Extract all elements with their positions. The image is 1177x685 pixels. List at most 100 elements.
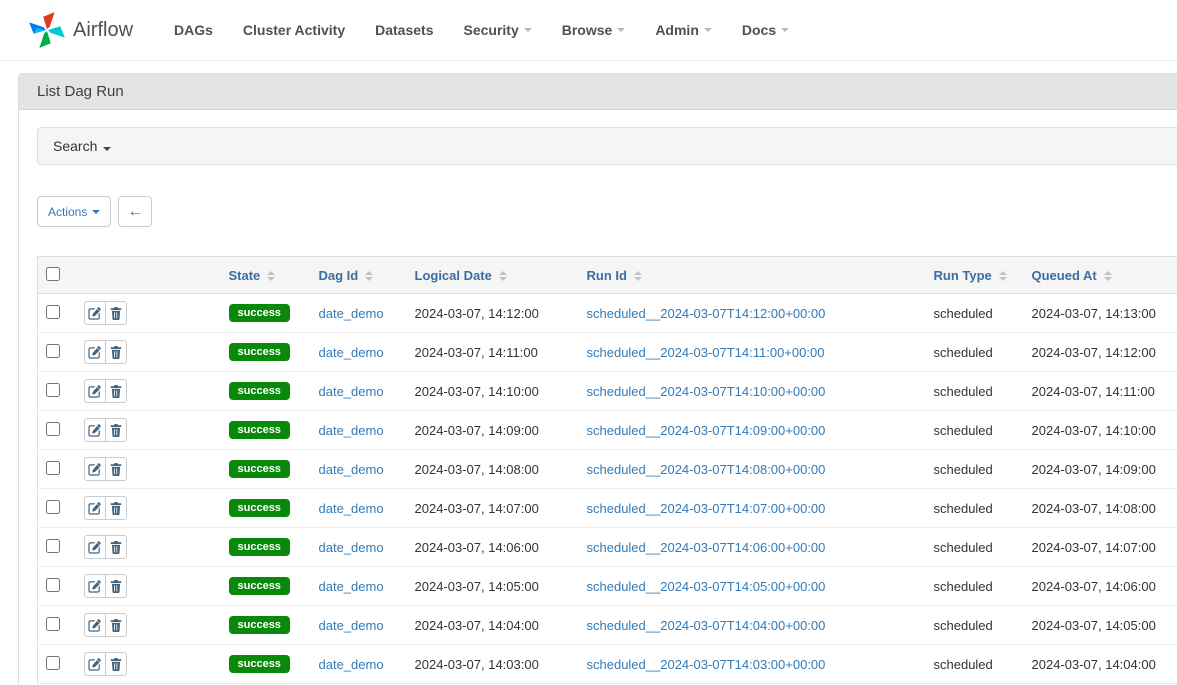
row-checkbox[interactable] xyxy=(46,461,60,475)
nav-item-browse[interactable]: Browse xyxy=(547,0,641,60)
back-button[interactable]: ← xyxy=(118,196,152,227)
edit-record-button[interactable] xyxy=(84,340,106,364)
dag-id-link[interactable]: date_demo xyxy=(319,384,384,399)
edit-record-button[interactable] xyxy=(84,652,106,676)
delete-record-button[interactable] xyxy=(105,301,127,325)
trash-icon xyxy=(110,424,122,437)
state-badge: success xyxy=(229,499,290,517)
run-id-link[interactable]: scheduled__2024-03-07T14:03:00+00:00 xyxy=(587,657,826,672)
queued-at-cell: 2024-03-07, 14:11:00 xyxy=(1024,372,1177,411)
airflow-brand[interactable]: Airflow xyxy=(28,11,133,49)
actions-column-header xyxy=(76,257,221,294)
dag-id-link[interactable]: date_demo xyxy=(319,540,384,555)
sort-icon xyxy=(634,271,642,281)
delete-record-button[interactable] xyxy=(105,574,127,598)
dag-id-link[interactable]: date_demo xyxy=(319,501,384,516)
row-checkbox[interactable] xyxy=(46,656,60,670)
logical-date-cell: 2024-03-07, 14:09:00 xyxy=(407,411,579,450)
select-all-cell xyxy=(38,257,76,294)
delete-record-button[interactable] xyxy=(105,379,127,403)
trash-icon xyxy=(110,502,122,515)
logical-date-cell: 2024-03-07, 14:04:00 xyxy=(407,606,579,645)
edit-record-button[interactable] xyxy=(84,457,106,481)
run-type-cell: scheduled xyxy=(926,567,1024,606)
column-header-queued-at[interactable]: Queued At xyxy=(1024,257,1177,294)
row-checkbox[interactable] xyxy=(46,422,60,436)
delete-record-button[interactable] xyxy=(105,418,127,442)
chevron-down-icon xyxy=(617,28,625,32)
nav-item-security[interactable]: Security xyxy=(448,0,546,60)
table-row: success date_demo 2024-03-07, 14:05:00 s… xyxy=(38,567,1177,606)
run-id-link[interactable]: scheduled__2024-03-07T14:06:00+00:00 xyxy=(587,540,826,555)
logical-date-cell: 2024-03-07, 14:05:00 xyxy=(407,567,579,606)
column-header-run-type[interactable]: Run Type xyxy=(926,257,1024,294)
table-row: success date_demo 2024-03-07, 14:03:00 s… xyxy=(38,645,1177,684)
run-type-cell: scheduled xyxy=(926,528,1024,567)
edit-record-button[interactable] xyxy=(84,301,106,325)
row-checkbox[interactable] xyxy=(46,500,60,514)
state-badge: success xyxy=(229,538,290,556)
run-id-link[interactable]: scheduled__2024-03-07T14:05:00+00:00 xyxy=(587,579,826,594)
run-id-link[interactable]: scheduled__2024-03-07T14:08:00+00:00 xyxy=(587,462,826,477)
edit-record-button[interactable] xyxy=(84,613,106,637)
delete-record-button[interactable] xyxy=(105,613,127,637)
logical-date-cell: 2024-03-07, 14:03:00 xyxy=(407,645,579,684)
run-id-link[interactable]: scheduled__2024-03-07T14:04:00+00:00 xyxy=(587,618,826,633)
run-id-link[interactable]: scheduled__2024-03-07T14:11:00+00:00 xyxy=(587,345,825,360)
row-checkbox[interactable] xyxy=(46,539,60,553)
edit-record-button[interactable] xyxy=(84,535,106,559)
edit-record-button[interactable] xyxy=(84,418,106,442)
list-dag-run-panel: List Dag Run Search Actions ← State xyxy=(18,73,1177,685)
column-header-state[interactable]: State xyxy=(221,257,311,294)
column-header-dag-id[interactable]: Dag Id xyxy=(311,257,407,294)
select-all-checkbox[interactable] xyxy=(46,267,60,281)
row-checkbox[interactable] xyxy=(46,305,60,319)
sort-icon xyxy=(999,271,1007,281)
run-id-link[interactable]: scheduled__2024-03-07T14:09:00+00:00 xyxy=(587,423,826,438)
dag-id-link[interactable]: date_demo xyxy=(319,579,384,594)
queued-at-cell: 2024-03-07, 14:13:00 xyxy=(1024,294,1177,333)
row-actions xyxy=(84,301,127,325)
logical-date-cell: 2024-03-07, 14:10:00 xyxy=(407,372,579,411)
delete-record-button[interactable] xyxy=(105,652,127,676)
run-id-link[interactable]: scheduled__2024-03-07T14:12:00+00:00 xyxy=(587,306,826,321)
row-checkbox[interactable] xyxy=(46,344,60,358)
edit-record-button[interactable] xyxy=(84,496,106,520)
dag-id-link[interactable]: date_demo xyxy=(319,345,384,360)
dag-id-link[interactable]: date_demo xyxy=(319,618,384,633)
row-actions xyxy=(84,496,127,520)
dag-id-link[interactable]: date_demo xyxy=(319,423,384,438)
row-checkbox[interactable] xyxy=(46,578,60,592)
row-checkbox[interactable] xyxy=(46,383,60,397)
page-title: List Dag Run xyxy=(19,74,1177,110)
delete-record-button[interactable] xyxy=(105,457,127,481)
edit-record-button[interactable] xyxy=(84,574,106,598)
delete-record-button[interactable] xyxy=(105,340,127,364)
trash-icon xyxy=(110,307,122,320)
table-header-row: State Dag Id Logical Date Run Id Run Typ… xyxy=(38,257,1177,294)
nav-item-cluster-activity[interactable]: Cluster Activity xyxy=(228,0,360,60)
nav-item-docs[interactable]: Docs xyxy=(727,0,804,60)
edit-pencil-icon xyxy=(88,385,101,398)
row-actions xyxy=(84,418,127,442)
dag-id-link[interactable]: date_demo xyxy=(319,657,384,672)
search-toggle[interactable]: Search xyxy=(37,127,1177,165)
delete-record-button[interactable] xyxy=(105,535,127,559)
run-type-cell: scheduled xyxy=(926,645,1024,684)
column-header-logical-date[interactable]: Logical Date xyxy=(407,257,579,294)
nav-item-datasets[interactable]: Datasets xyxy=(360,0,448,60)
column-header-run-id[interactable]: Run Id xyxy=(579,257,926,294)
dag-id-link[interactable]: date_demo xyxy=(319,462,384,477)
delete-record-button[interactable] xyxy=(105,496,127,520)
actions-button[interactable]: Actions xyxy=(37,196,111,227)
table-row: success date_demo 2024-03-07, 14:06:00 s… xyxy=(38,528,1177,567)
run-id-link[interactable]: scheduled__2024-03-07T14:07:00+00:00 xyxy=(587,501,826,516)
edit-record-button[interactable] xyxy=(84,379,106,403)
row-checkbox[interactable] xyxy=(46,617,60,631)
run-id-link[interactable]: scheduled__2024-03-07T14:10:00+00:00 xyxy=(587,384,826,399)
nav-item-admin[interactable]: Admin xyxy=(640,0,727,60)
dag-id-link[interactable]: date_demo xyxy=(319,306,384,321)
table-row: success date_demo 2024-03-07, 14:12:00 s… xyxy=(38,294,1177,333)
nav-item-dags[interactable]: DAGs xyxy=(159,0,228,60)
trash-icon xyxy=(110,541,122,554)
